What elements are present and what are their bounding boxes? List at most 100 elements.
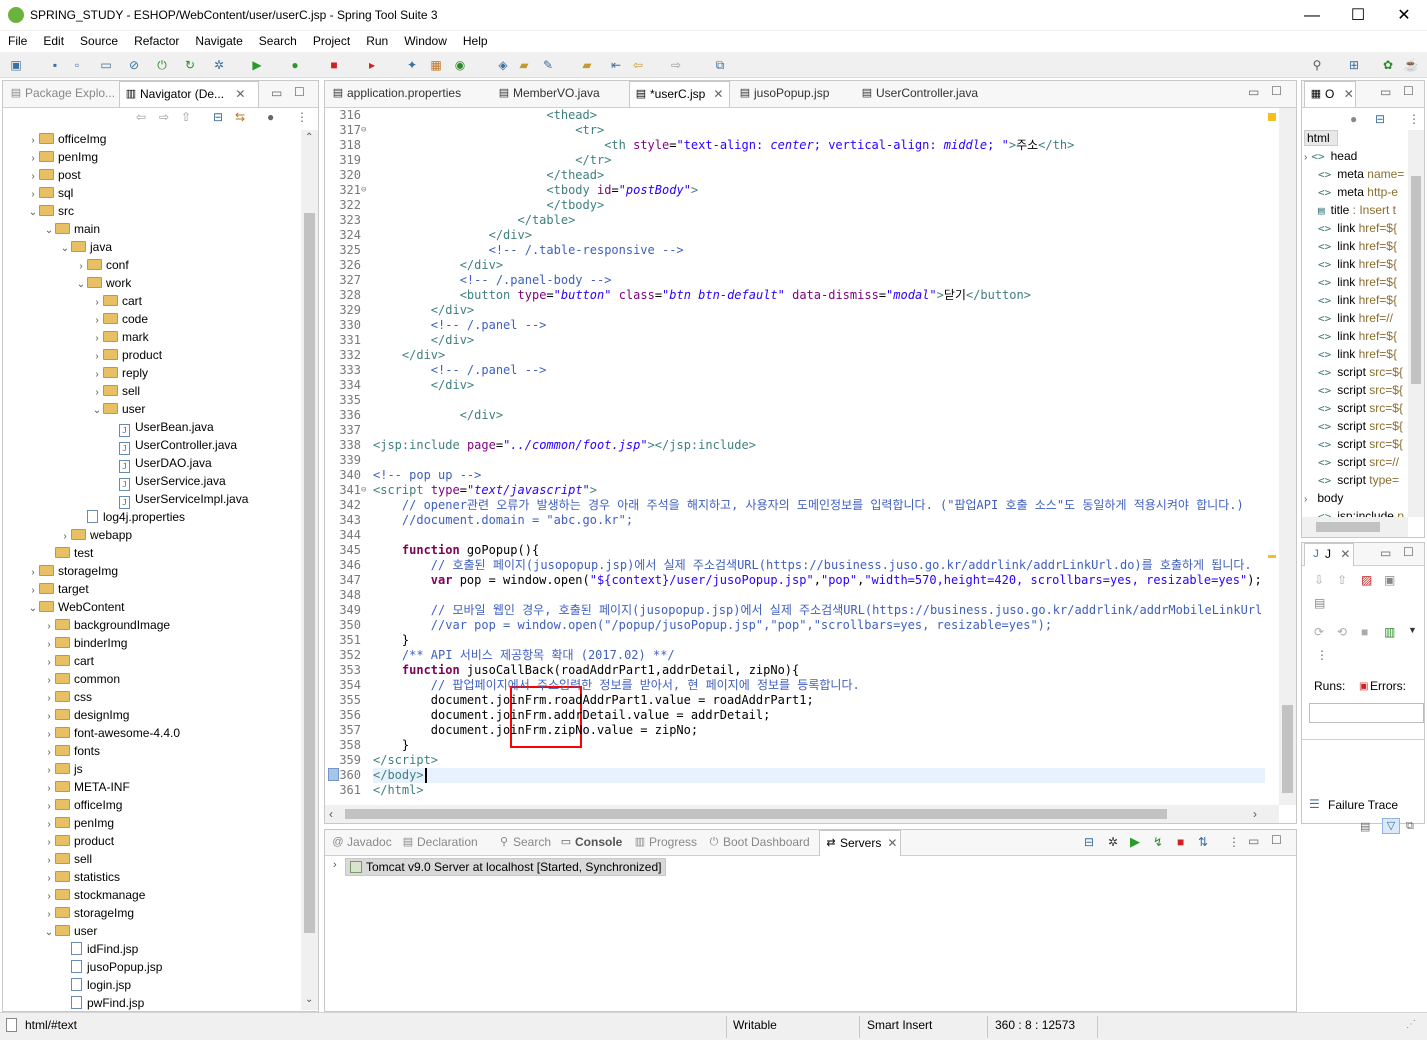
new-icon[interactable]: ▣ bbox=[8, 57, 24, 73]
outline-item[interactable]: <> script type= bbox=[1318, 471, 1399, 489]
code-line[interactable]: 351 } bbox=[325, 633, 1265, 648]
tree-file-item[interactable]: J UserController.java bbox=[107, 436, 237, 455]
start-server-icon[interactable]: ▶ bbox=[1130, 834, 1140, 850]
copy-trace-icon[interactable]: ⧉ bbox=[1406, 820, 1414, 833]
scroll-thumb[interactable] bbox=[1316, 522, 1380, 532]
tree-folder-item[interactable]: › conf bbox=[75, 256, 128, 274]
scroll-thumb[interactable] bbox=[1411, 176, 1421, 384]
filter-trace-icon[interactable]: ▽ bbox=[1382, 818, 1400, 834]
editor-tab[interactable]: ▤ *userC.jsp ✕ bbox=[629, 81, 730, 107]
close-icon[interactable]: ✕ bbox=[887, 836, 897, 850]
tree-folder-item[interactable]: › fonts bbox=[43, 742, 100, 760]
filter-icon[interactable]: ● bbox=[1350, 112, 1357, 126]
outline-root[interactable]: html bbox=[1304, 130, 1338, 146]
debug-server-icon[interactable]: ✲ bbox=[1108, 835, 1118, 849]
code-line[interactable]: 357 document.joinFrm.zipNo.value = zipNo… bbox=[325, 723, 1265, 738]
close-icon[interactable]: ✕ bbox=[713, 87, 723, 101]
code-line[interactable]: 350 //var pop = window.open("/popup/juso… bbox=[325, 618, 1265, 633]
tree-folder-item[interactable]: › storageImg bbox=[27, 562, 118, 580]
tab-junit[interactable]: JJ ✕ bbox=[1304, 543, 1354, 566]
fold-toggle-icon[interactable]: ⊖ bbox=[361, 123, 366, 138]
scroll-down-icon[interactable]: ⌄ bbox=[305, 994, 313, 1005]
code-line[interactable]: 344 bbox=[325, 528, 1265, 543]
scroll-left-icon[interactable]: ‹ bbox=[329, 807, 333, 821]
save-icon[interactable]: ▪ bbox=[47, 57, 63, 73]
bottom-tab[interactable]: @ Javadoc bbox=[327, 830, 395, 856]
up-icon[interactable]: ⇧ bbox=[181, 110, 191, 124]
tree-file-item[interactable]: pwFind.jsp bbox=[59, 994, 144, 1010]
code-line[interactable]: 330 <!-- /.panel --> bbox=[325, 318, 1265, 333]
outline-item[interactable]: <> link href=${ bbox=[1318, 273, 1397, 291]
tree-file-item[interactable]: login.jsp bbox=[59, 976, 131, 994]
outline-item[interactable]: ▤ title : Insert t bbox=[1318, 201, 1396, 219]
minimize-view-icon[interactable]: ▭ bbox=[1248, 834, 1259, 848]
last-edit-icon[interactable]: ⇤ bbox=[608, 57, 624, 73]
menu-run[interactable]: Run bbox=[358, 31, 396, 51]
tree-file-item[interactable]: J UserService.java bbox=[107, 472, 226, 491]
menu-help[interactable]: Help bbox=[455, 31, 496, 51]
compare-icon[interactable]: ▤ bbox=[1360, 820, 1370, 833]
code-line[interactable]: 327 <!-- /.panel-body --> bbox=[325, 273, 1265, 288]
minimize-button[interactable]: — bbox=[1289, 0, 1335, 31]
code-line[interactable]: 342 // opener관련 오류가 발생하는 경우 아래 주석을 해지하고,… bbox=[325, 498, 1265, 513]
close-icon[interactable]: ✕ bbox=[235, 87, 245, 101]
run-external-icon[interactable]: ● bbox=[287, 57, 303, 73]
menu-file[interactable]: File bbox=[0, 31, 35, 51]
tree-folder-item[interactable]: test bbox=[43, 544, 93, 562]
menu-edit[interactable]: Edit bbox=[35, 31, 72, 51]
relaunch-icon[interactable]: ↻ bbox=[182, 57, 198, 73]
scroll-lock-icon[interactable]: ▣ bbox=[1384, 573, 1395, 587]
publish-icon[interactable]: ⇅ bbox=[1198, 835, 1208, 849]
bottom-tab[interactable]: ⚲ Search bbox=[493, 830, 551, 856]
scroll-thumb[interactable] bbox=[345, 809, 1167, 819]
menu-source[interactable]: Source bbox=[72, 31, 126, 51]
tab-package-explorer[interactable]: ▤ Package Explo... bbox=[5, 81, 121, 107]
menu-project[interactable]: Project bbox=[305, 31, 358, 51]
code-line[interactable]: 331 </div> bbox=[325, 333, 1265, 348]
view-menu-icon[interactable]: ⋮ bbox=[1408, 112, 1420, 126]
maximize-view-icon[interactable]: ☐ bbox=[1403, 84, 1414, 98]
code-line[interactable]: 349 // 모바일 웹인 경우, 호출된 페이지(jusopopup.jsp)… bbox=[325, 603, 1265, 618]
code-line[interactable]: 359 </script> bbox=[325, 753, 1265, 768]
chevron-right-icon[interactable]: › bbox=[1304, 494, 1307, 505]
profile-server-icon[interactable]: ↯ bbox=[1153, 835, 1163, 849]
outline-item[interactable]: <> link href=${ bbox=[1318, 327, 1397, 345]
previous-failure-icon[interactable]: ⇧ bbox=[1337, 573, 1347, 587]
view-menu-icon[interactable]: ⋮ bbox=[1228, 835, 1240, 849]
tree-folder-item[interactable]: › webapp bbox=[59, 526, 132, 544]
code-line[interactable]: 360 </body> bbox=[325, 768, 1265, 783]
tree-folder-item[interactable]: › stockmanage bbox=[43, 886, 145, 904]
scroll-up-icon[interactable]: ⌃ bbox=[305, 132, 313, 143]
code-line[interactable]: 322 </tbody> bbox=[325, 198, 1265, 213]
tree-folder-item[interactable]: › designImg bbox=[43, 706, 129, 724]
console-icon[interactable]: ▭ bbox=[98, 57, 114, 73]
skip-breakpoints-icon[interactable]: ⊘ bbox=[126, 57, 142, 73]
forward-icon[interactable]: ⇨ bbox=[668, 57, 684, 73]
menu-navigate[interactable]: Navigate bbox=[187, 31, 250, 51]
scroll-thumb[interactable] bbox=[1282, 705, 1293, 793]
bottom-tab[interactable]: ⏻ Boot Dashboard bbox=[703, 830, 815, 856]
outline-item[interactable]: <> link href=${ bbox=[1318, 237, 1397, 255]
open-task-icon[interactable]: ▰ bbox=[579, 57, 595, 73]
maximize-button[interactable]: ☐ bbox=[1335, 0, 1381, 31]
collapse-all-icon[interactable]: ⊟ bbox=[1375, 112, 1385, 126]
perspective-icon[interactable]: ⧉ bbox=[712, 57, 728, 73]
code-line[interactable]: 338 <jsp:include page="../common/foot.jsp… bbox=[325, 438, 1265, 453]
code-line[interactable]: 337 bbox=[325, 423, 1265, 438]
tree-folder-item[interactable]: › common bbox=[43, 670, 120, 688]
outline-item[interactable]: <> script src=${ bbox=[1318, 399, 1403, 417]
rerun-icon[interactable]: ⟳ bbox=[1314, 625, 1324, 639]
chevron-down-icon[interactable]: ⌄ bbox=[43, 924, 55, 942]
view-menu-icon[interactable]: ⋮ bbox=[1316, 648, 1328, 662]
close-icon[interactable]: ✕ bbox=[1340, 547, 1350, 561]
tree-folder-item[interactable]: › officeImg bbox=[43, 796, 122, 814]
tree-folder-item[interactable]: ⌄ user bbox=[91, 400, 146, 418]
code-line[interactable]: 324 </div> bbox=[325, 228, 1265, 243]
code-line[interactable]: 352 /** API 서비스 제공항목 확대 (2017.02) **/ bbox=[325, 648, 1265, 663]
show-failures-icon[interactable]: ▨ bbox=[1361, 573, 1372, 587]
tab-navigator[interactable]: ▥ Navigator (De... ✕ bbox=[119, 81, 259, 107]
java-perspective-icon[interactable]: ☕ bbox=[1403, 57, 1419, 73]
code-line[interactable]: 333 <!-- /.panel --> bbox=[325, 363, 1265, 378]
expand-icon[interactable]: › bbox=[333, 859, 337, 871]
view-menu-icon[interactable]: ⋮ bbox=[296, 110, 308, 124]
